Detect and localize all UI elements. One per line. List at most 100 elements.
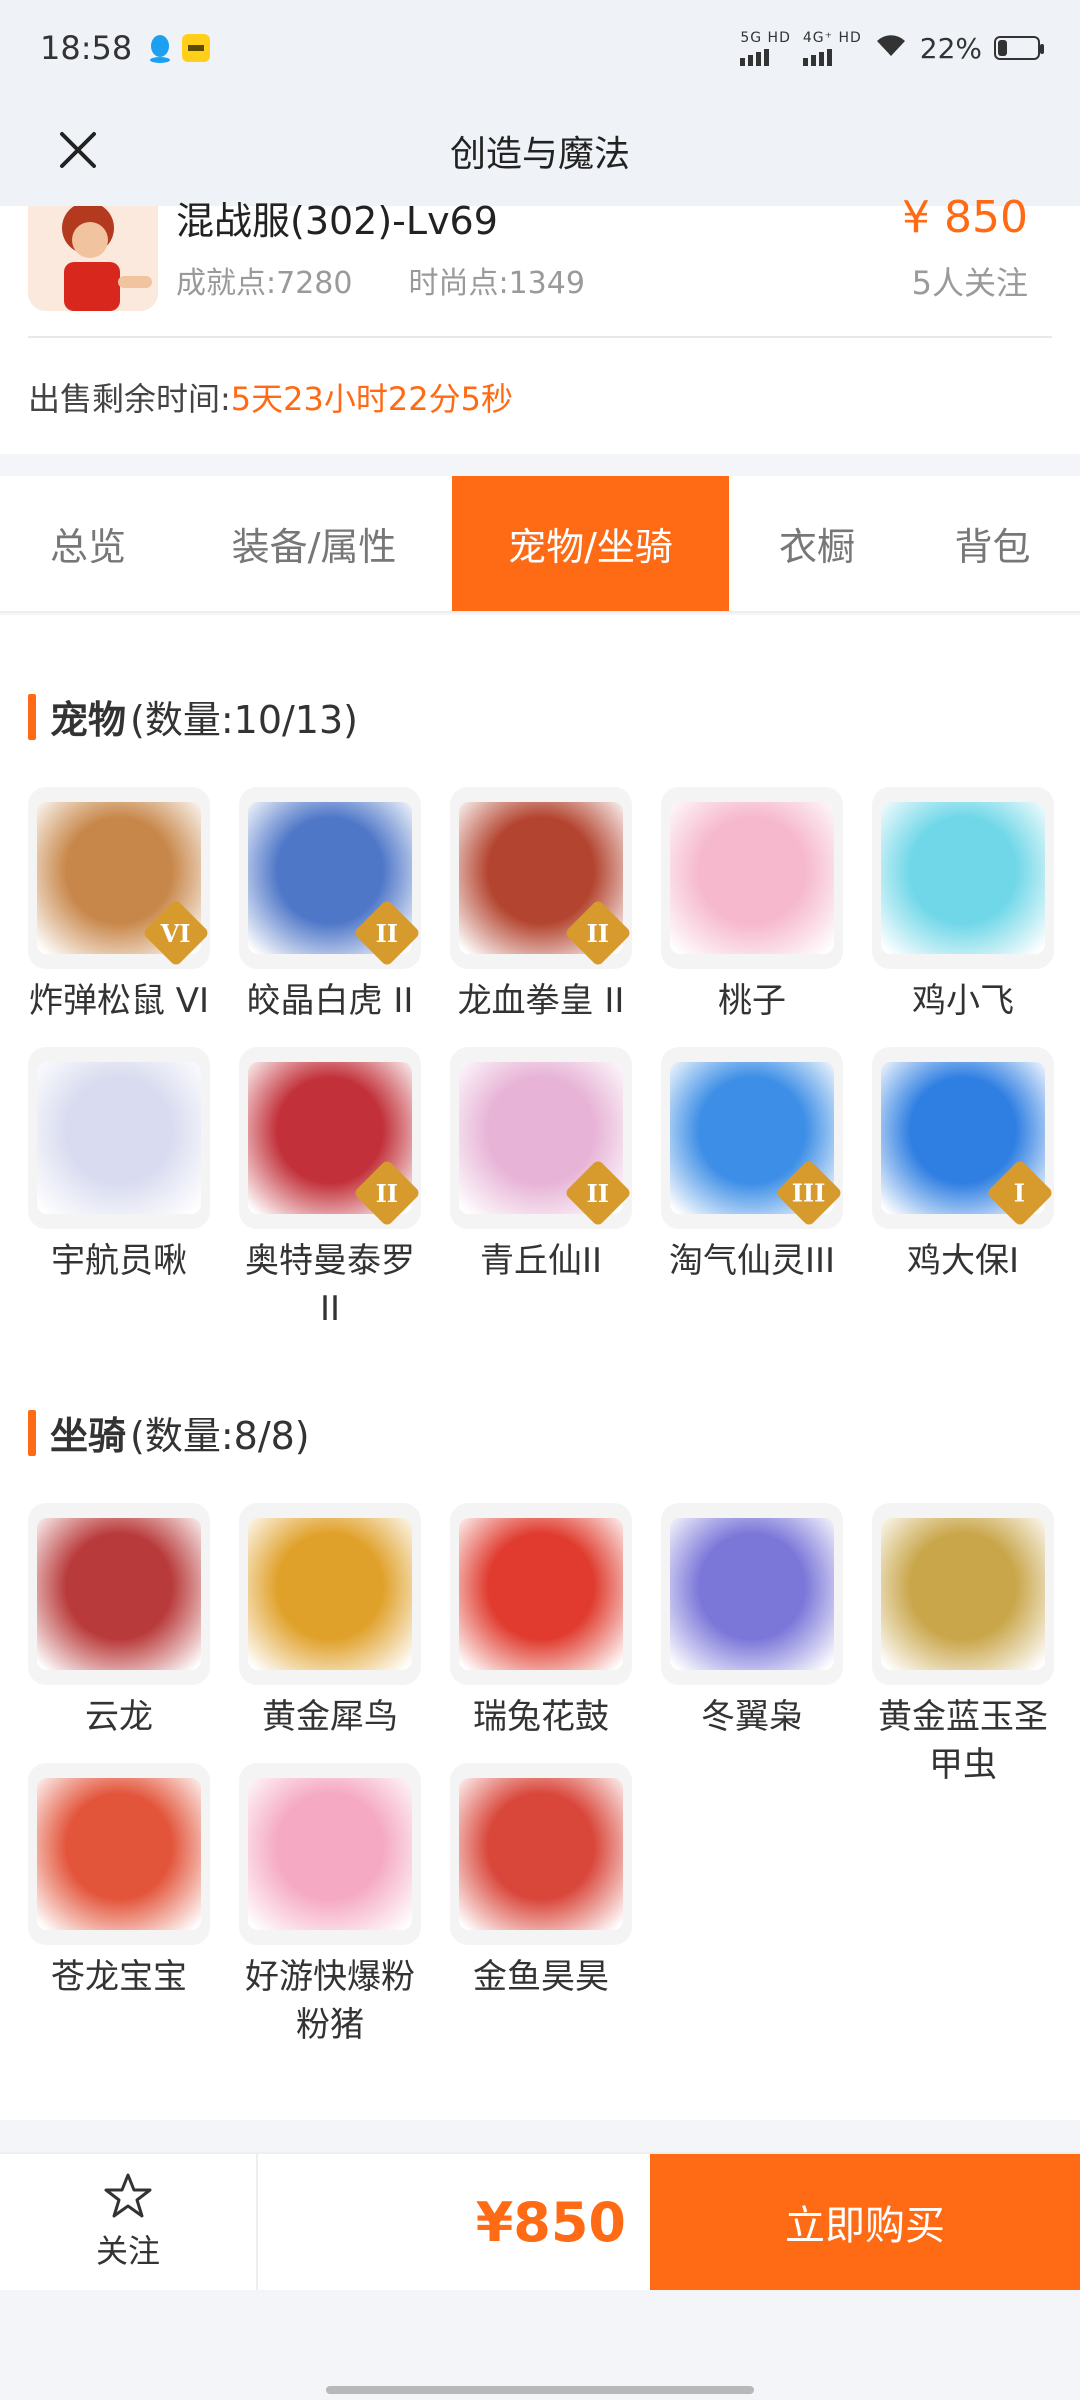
mount-item[interactable]: 黄金犀鸟 — [239, 1503, 421, 1741]
pet-name: 炸弹松鼠 VI — [28, 981, 210, 1021]
pet-thumbnail — [28, 1047, 210, 1229]
achievement-points: 成就点:7280 — [176, 266, 353, 301]
mount-name: 冬翼枭 — [701, 1697, 803, 1737]
server-name: 混战服(302)-Lv69 — [176, 199, 498, 243]
mounts-section-title: 坐骑 (数量:8/8) — [28, 1405, 310, 1460]
close-icon[interactable] — [48, 120, 108, 180]
signal-5g-icon: 5G HD — [740, 31, 791, 66]
pet-thumbnail: II — [239, 787, 421, 969]
buy-now-button[interactable]: 立即购买 — [650, 2154, 1080, 2290]
pet-thumbnail: II — [450, 787, 632, 969]
listing-card: 混战服(302)-Lv69 成就点:7280 时尚点:1349 ¥ 850 5人… — [0, 192, 1080, 454]
pets-title: 宠物 — [50, 698, 127, 742]
pet-item[interactable]: 桃子 — [661, 787, 843, 1025]
rank-badge-label: II — [375, 1178, 399, 1208]
tab-wardrobe[interactable]: 衣橱 — [729, 476, 905, 611]
tab-label: 总览 — [49, 525, 126, 569]
mount-image — [248, 1778, 412, 1930]
tab-equipment[interactable]: 装备/属性 — [176, 476, 452, 611]
mount-name: 金鱼昊昊 — [473, 1957, 609, 1997]
pet-item[interactable]: VI 炸弹松鼠 VI — [28, 787, 210, 1025]
pet-item[interactable]: I 鸡大保I — [872, 1047, 1054, 1285]
battery-percent: 22% — [919, 31, 982, 65]
network-label-1: 5G HD — [740, 29, 791, 46]
mount-name: 苍龙宝宝 — [51, 1957, 187, 1997]
mounts-title: 坐骑 — [50, 1414, 127, 1458]
rank-badge-label: II — [375, 918, 399, 948]
follow-button[interactable]: 关注 — [0, 2154, 258, 2290]
mount-image — [37, 1518, 201, 1670]
section-accent-bar — [28, 1409, 36, 1456]
mount-item[interactable]: 瑞兔花鼓 — [450, 1503, 632, 1741]
pet-image — [670, 802, 834, 954]
status-time: 18:58 — [40, 29, 133, 67]
mount-thumbnail — [661, 1503, 843, 1685]
tab-pets-mounts[interactable]: 宠物/坐骑 — [452, 476, 729, 611]
tab-label: 背包 — [954, 525, 1031, 569]
pet-thumbnail: II — [450, 1047, 632, 1229]
pet-thumbnail: I — [872, 1047, 1054, 1229]
pet-name: 奥特曼泰罗 II — [245, 1241, 415, 1329]
pet-name: 宇航员啾 — [51, 1241, 187, 1281]
pet-name: 青丘仙II — [479, 1241, 603, 1281]
divider — [28, 336, 1052, 338]
rank-badge-label: I — [1014, 1178, 1026, 1208]
pet-name: 鸡大保I — [906, 1241, 1020, 1281]
mount-image — [459, 1778, 623, 1930]
server-row: 混战服(302)-Lv69 成就点:7280 时尚点:1349 ¥ 850 5人… — [28, 192, 1052, 336]
tab-label: 衣橱 — [778, 525, 855, 569]
tab-overview[interactable]: 总览 — [0, 476, 176, 611]
pet-item[interactable]: 鸡小飞 — [872, 787, 1054, 1025]
pet-item[interactable]: II 奥特曼泰罗 II — [239, 1047, 421, 1333]
mount-item[interactable]: 苍龙宝宝 — [28, 1763, 210, 2001]
bottom-action-bar: 关注 ¥850 立即购买 — [0, 2152, 1080, 2290]
mount-item[interactable]: 云龙 — [28, 1503, 210, 1741]
tab-backpack[interactable]: 背包 — [905, 476, 1080, 611]
wifi-icon — [874, 32, 908, 65]
mount-item[interactable]: 好游快爆粉粉猪 — [239, 1763, 421, 2049]
meituan-notification-icon — [182, 34, 211, 62]
rank-badge-label: VI — [161, 918, 191, 948]
pet-image — [37, 1062, 201, 1214]
pet-item[interactable]: II 皎晶白虎 II — [239, 787, 421, 1025]
qq-notification-icon — [148, 33, 172, 63]
pets-mounts-panel: 宠物 (数量:10/13) VI 炸弹松鼠 VI II 皎晶白虎 II II 龙血拳皇 I… — [0, 615, 1080, 2120]
pet-item[interactable]: III 淘气仙灵III — [661, 1047, 843, 1285]
mount-item[interactable]: 金鱼昊昊 — [450, 1763, 632, 2001]
pet-item[interactable]: 宇航员啾 — [28, 1047, 210, 1285]
battery-icon — [994, 36, 1044, 60]
mount-item[interactable]: 冬翼枭 — [661, 1503, 843, 1741]
mount-name: 黄金蓝玉圣甲虫 — [878, 1697, 1048, 1785]
remaining-time-label: 出售剩余时间: — [28, 380, 231, 418]
mount-thumbnail — [450, 1763, 632, 1945]
network-label-2: 4G⁺ HD — [802, 29, 862, 46]
home-indicator[interactable] — [326, 2386, 754, 2394]
section-accent-bar — [28, 693, 36, 740]
rank-badge-label: III — [792, 1178, 826, 1208]
mount-item[interactable]: 黄金蓝玉圣甲虫 — [872, 1503, 1054, 1789]
pet-thumbnail: VI — [28, 787, 210, 969]
pet-item[interactable]: II 青丘仙II — [450, 1047, 632, 1285]
pet-thumbnail — [872, 787, 1054, 969]
mount-name: 云龙 — [85, 1697, 153, 1737]
pet-item[interactable]: II 龙血拳皇 II — [450, 787, 632, 1025]
mount-thumbnail — [872, 1503, 1054, 1685]
mount-image — [881, 1518, 1045, 1670]
pet-name: 龙血拳皇 II — [457, 981, 625, 1021]
follower-count: 5人关注 — [911, 264, 1028, 302]
status-bar: 18:58 5G HD 4G⁺ HD 22% — [0, 0, 1080, 96]
mount-image — [670, 1518, 834, 1670]
pet-name: 桃子 — [718, 981, 786, 1021]
battery-fill — [998, 40, 1007, 56]
screen: 18:58 5G HD 4G⁺ HD 22% 创造与魔法 混战服(302)-Lv… — [0, 0, 1080, 2400]
bottom-price: ¥850 — [475, 2190, 626, 2254]
pet-name: 淘气仙灵III — [668, 1241, 836, 1281]
mount-thumbnail — [28, 1763, 210, 1945]
status-right: 5G HD 4G⁺ HD 22% — [740, 29, 1044, 66]
tab-bar: 总览 装备/属性 宠物/坐骑 衣橱 背包 — [0, 476, 1080, 613]
remaining-time-value: 5天23小时22分5秒 — [230, 380, 513, 418]
mount-image — [37, 1778, 201, 1930]
pets-count: (数量:10/13) — [130, 698, 358, 742]
listing-price: ¥ 850 — [902, 192, 1028, 243]
app-header: 创造与魔法 — [0, 96, 1080, 206]
